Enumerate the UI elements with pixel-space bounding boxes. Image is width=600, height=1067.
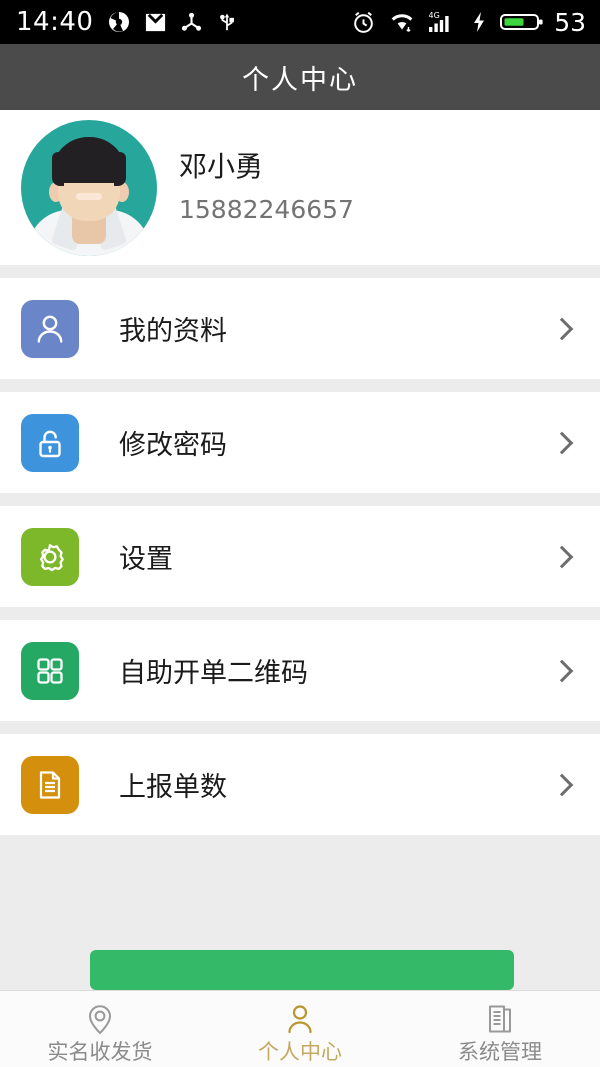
usb-icon: [216, 11, 238, 33]
menu-item-label: 设置: [119, 544, 173, 575]
charging-bolt-icon: [471, 10, 487, 34]
grid-icon: [21, 641, 79, 700]
menu-item-reported-orders[interactable]: 上报单数: [0, 734, 600, 835]
chevron-right-icon: [550, 773, 574, 796]
menu-item-label: 自助开单二维码: [119, 658, 308, 689]
main-content: 邓小勇 15882246657 我的资料 修改密码 设置 自助开单二维码 上报单…: [0, 110, 600, 990]
bottom-navigation: 实名收发货 个人中心 系统管理: [0, 990, 600, 1067]
menu-item-label: 上报单数: [119, 772, 227, 803]
section-divider: [0, 721, 600, 734]
profile-info: 邓小勇 15882246657: [179, 150, 354, 224]
svg-text:4G: 4G: [429, 11, 440, 20]
avatar[interactable]: [21, 119, 157, 256]
battery-percent-label: 53: [554, 7, 586, 37]
section-divider: [0, 493, 600, 506]
menu-item-self-service-qr[interactable]: 自助开单二维码: [0, 620, 600, 721]
profile-name: 邓小勇: [179, 150, 264, 183]
person-icon: [21, 299, 79, 358]
mail-icon: [144, 11, 167, 34]
battery-icon: [500, 10, 544, 34]
section-divider: [0, 607, 600, 620]
profile-phone: 15882246657: [179, 195, 354, 224]
status-bar-left: 14:40: [16, 9, 251, 35]
menu-item-label: 修改密码: [119, 430, 227, 461]
chevron-right-icon: [550, 317, 574, 340]
camera-shutter-icon: [107, 10, 131, 34]
tab-realname-shipping[interactable]: 实名收发货: [0, 991, 200, 1067]
location-pin-icon: [83, 1000, 117, 1038]
tab-label: 实名收发货: [47, 1039, 153, 1064]
person-icon: [283, 1000, 317, 1038]
section-divider: [0, 265, 600, 278]
status-bar-right: 4G 53: [338, 10, 586, 35]
tab-system-management[interactable]: 系统管理: [400, 991, 600, 1067]
tab-personal-center[interactable]: 个人中心: [200, 991, 400, 1067]
page-title: 个人中心: [242, 64, 358, 96]
app-screen: 14:40 4G 53 个人中心 邓小勇 15882246657 我的资料 修改…: [0, 0, 600, 1067]
tab-label: 系统管理: [458, 1039, 542, 1064]
tab-label: 个人中心: [258, 1039, 342, 1064]
page-header: 个人中心: [0, 44, 600, 110]
documents-icon: [483, 1000, 517, 1038]
status-bar-clock: 14:40: [16, 7, 94, 37]
menu-item-label: 我的资料: [119, 316, 227, 347]
status-bar: 14:40 4G 53: [0, 0, 600, 44]
menu-item-my-profile[interactable]: 我的资料: [0, 278, 600, 379]
profile-card[interactable]: 邓小勇 15882246657: [0, 110, 600, 265]
menu-item-settings[interactable]: 设置: [0, 506, 600, 607]
section-divider: [0, 379, 600, 392]
chevron-right-icon: [550, 431, 574, 454]
share-icon: [180, 11, 203, 34]
logout-button[interactable]: [90, 950, 514, 990]
document-icon: [21, 755, 79, 814]
gear-icon: [21, 527, 79, 586]
lock-icon: [21, 413, 79, 472]
wifi-icon: [389, 10, 415, 34]
chevron-right-icon: [550, 659, 574, 682]
menu-item-change-password[interactable]: 修改密码: [0, 392, 600, 493]
alarm-clock-icon: [351, 10, 376, 35]
chevron-right-icon: [550, 545, 574, 568]
signal-bars-icon: 4G: [428, 10, 458, 35]
